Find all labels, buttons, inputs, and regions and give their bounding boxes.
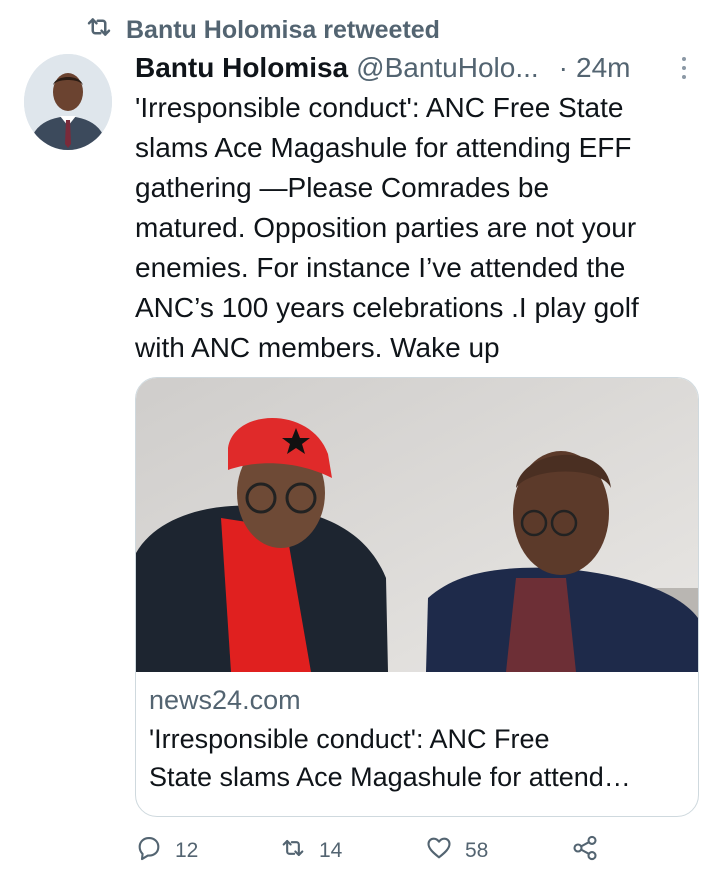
retweet-icon <box>279 834 307 868</box>
retweet-count: 14 <box>319 839 343 862</box>
link-card[interactable]: news24.com 'Irresponsible conduct': ANC … <box>135 377 699 817</box>
tweet-header: Bantu Holomisa @BantuHolo... · 24m <box>135 50 696 86</box>
retweet-icon <box>84 12 114 49</box>
reply-button[interactable]: 12 <box>135 834 198 868</box>
card-title: 'Irresponsible conduct': ANC Free State … <box>149 724 631 792</box>
tweet-actions: 12 14 58 <box>135 834 605 870</box>
timestamp[interactable]: 24m <box>576 50 630 86</box>
author-name[interactable]: Bantu Holomisa <box>135 50 348 86</box>
like-button[interactable]: 58 <box>425 834 488 868</box>
avatar[interactable] <box>24 54 112 150</box>
like-icon <box>425 834 453 868</box>
reply-count: 12 <box>175 839 199 862</box>
retweet-button[interactable]: 14 <box>279 834 342 868</box>
like-count: 58 <box>465 839 489 862</box>
reply-icon <box>135 834 163 868</box>
social-context[interactable]: Bantu Holomisa retweeted <box>84 12 440 49</box>
card-image <box>136 378 698 672</box>
card-domain: news24.com <box>149 685 301 715</box>
card-body: news24.com 'Irresponsible conduct': ANC … <box>136 672 698 796</box>
share-icon <box>571 834 599 868</box>
share-button[interactable] <box>571 834 599 868</box>
author-handle[interactable]: @BantuHolo... <box>356 50 539 86</box>
tweet-text: 'Irresponsible conduct': ANC Free State … <box>135 92 639 363</box>
retweeted-label: Bantu Holomisa retweeted <box>126 16 440 44</box>
separator-dot: · <box>558 52 568 83</box>
more-icon[interactable] <box>672 54 696 90</box>
